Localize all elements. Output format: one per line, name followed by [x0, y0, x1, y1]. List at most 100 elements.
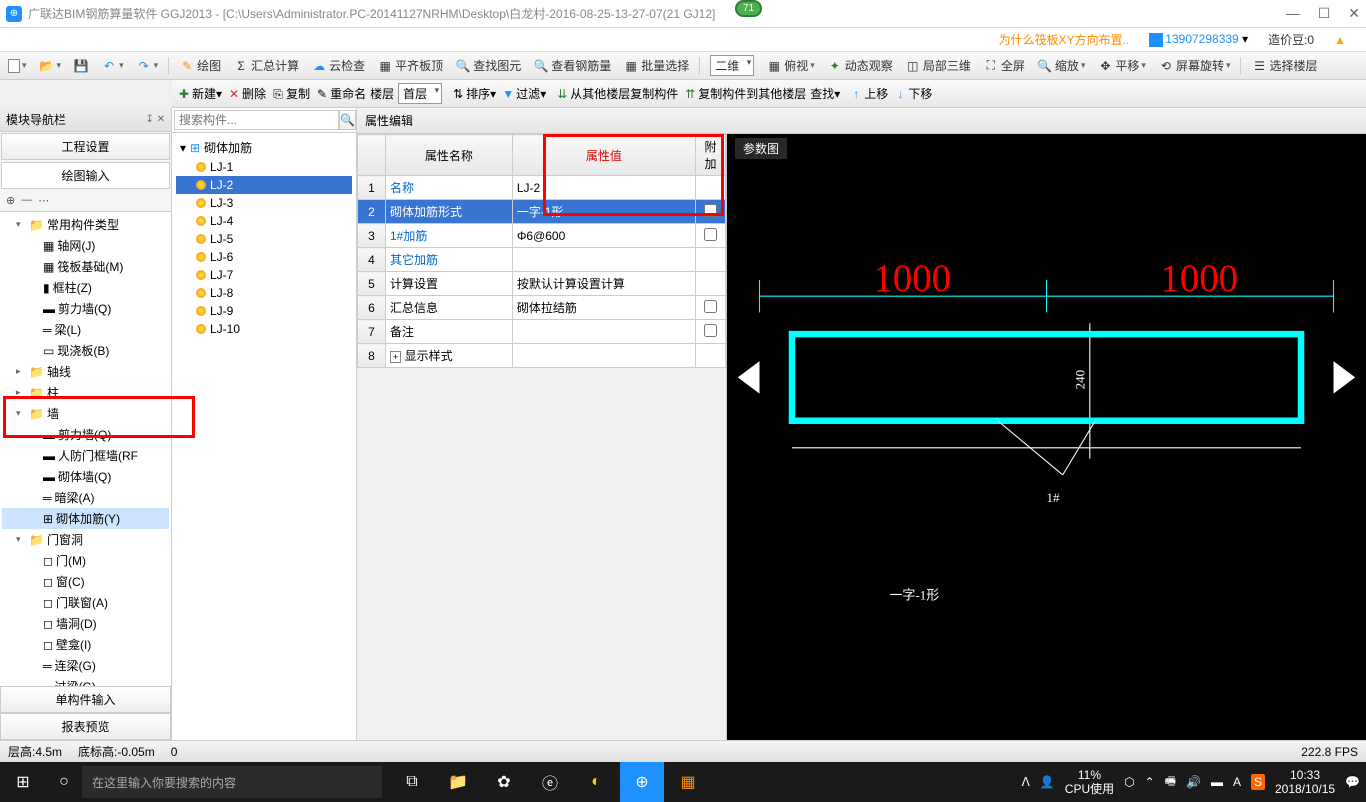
component-item[interactable]: LJ-2: [176, 176, 352, 194]
user-dropdown-icon[interactable]: ▾: [1242, 32, 1248, 46]
move-up-button[interactable]: ↑上移: [848, 85, 888, 102]
component-item[interactable]: LJ-1: [176, 158, 352, 176]
nav-item[interactable]: ◻窗(C): [2, 571, 169, 592]
component-tree[interactable]: ▾ ⊞ 砌体加筋LJ-1LJ-2LJ-3LJ-4LJ-5LJ-6LJ-7LJ-8…: [172, 133, 356, 740]
tray-volume-icon[interactable]: 🔊: [1186, 775, 1201, 789]
cortana-icon[interactable]: ○: [46, 773, 82, 791]
taskbar-search[interactable]: 在这里输入你要搜索的内容: [82, 766, 382, 798]
tray-up-icon[interactable]: ᐱ: [1022, 775, 1030, 789]
move-down-button[interactable]: ↓下移: [892, 85, 932, 102]
nav-item[interactable]: ▮框柱(Z): [2, 277, 169, 298]
tab-report-preview[interactable]: 报表预览: [0, 713, 171, 740]
nav-tree[interactable]: ▾📁常用构件类型▦轴网(J)▦筏板基础(M)▮框柱(Z)▬剪力墙(Q)═梁(L)…: [0, 212, 171, 686]
top-view-button[interactable]: ▦俯视▾: [762, 55, 819, 76]
component-item[interactable]: LJ-10: [176, 320, 352, 338]
nav-item[interactable]: ⊞砌体加筋(Y): [2, 508, 169, 529]
rotate-button[interactable]: ⟲屏幕旋转▾: [1154, 55, 1235, 76]
copy-button[interactable]: ⎘复制: [270, 85, 310, 103]
delete-button[interactable]: ✕删除: [226, 85, 266, 102]
nav-item[interactable]: ═连梁(G): [2, 655, 169, 676]
tab-single-input[interactable]: 单构件输入: [0, 686, 171, 713]
component-item[interactable]: LJ-3: [176, 194, 352, 212]
taskbar-clock[interactable]: 10:332018/10/15: [1275, 768, 1335, 797]
nav-item[interactable]: ▾📁门窗洞: [2, 529, 169, 550]
tree-icon-2[interactable]: —: [21, 194, 32, 207]
nav-item[interactable]: ◻壁龛(I): [2, 634, 169, 655]
property-row[interactable]: 5计算设置按默认计算设置计算: [358, 272, 726, 296]
nav-item[interactable]: ▸📁柱: [2, 382, 169, 403]
2d-mode-select[interactable]: 二维: [706, 53, 758, 78]
save-button[interactable]: 💾: [69, 56, 93, 76]
nav-item[interactable]: ▬砌体墙(Q): [2, 466, 169, 487]
new-file-button[interactable]: ▾: [4, 57, 31, 75]
parameter-viewer[interactable]: 参数图 1000 1000 240 1#: [727, 134, 1366, 740]
component-item[interactable]: LJ-9: [176, 302, 352, 320]
start-button[interactable]: ⊞: [0, 762, 46, 802]
fullscreen-button[interactable]: ⛶全屏: [979, 55, 1029, 76]
property-row[interactable]: 6汇总信息砌体拉结筋: [358, 296, 726, 320]
taskbar-app-4[interactable]: ◐: [574, 762, 618, 802]
tab-draw-input[interactable]: 绘图输入: [1, 162, 170, 189]
nav-item[interactable]: ═暗梁(A): [2, 487, 169, 508]
tree-icon-3[interactable]: ⋯: [38, 194, 49, 207]
notification-icon[interactable]: 💬: [1345, 775, 1360, 789]
taskbar-app-6[interactable]: ▦: [666, 762, 710, 802]
nav-item[interactable]: ═过梁(G): [2, 676, 169, 686]
local-3d-button[interactable]: ◫局部三维: [901, 55, 975, 76]
nav-item[interactable]: ═梁(L): [2, 319, 169, 340]
maximize-button[interactable]: ☐: [1318, 5, 1331, 22]
filter-button[interactable]: ▼过滤▾: [500, 85, 546, 102]
component-item[interactable]: LJ-5: [176, 230, 352, 248]
tab-project-settings[interactable]: 工程设置: [1, 133, 170, 160]
undo-button[interactable]: ↶▾: [97, 56, 128, 76]
property-row[interactable]: 1名称LJ-2: [358, 176, 726, 200]
nav-item[interactable]: ▬人防门框墙(RF: [2, 445, 169, 466]
zoom-button[interactable]: 🔍缩放▾: [1033, 55, 1090, 76]
property-row[interactable]: 7备注: [358, 320, 726, 344]
rename-button[interactable]: ✎重命名: [314, 85, 366, 102]
find-element-button[interactable]: 🔍查找图元: [451, 55, 525, 76]
sum-button[interactable]: Σ汇总计算: [229, 55, 303, 76]
new-component-button[interactable]: ✚新建▾: [176, 85, 222, 102]
copy-from-floor-button[interactable]: ⇊从其他楼层复制构件: [554, 85, 678, 102]
nav-item[interactable]: ▬剪力墙(Q): [2, 298, 169, 319]
open-file-button[interactable]: 📂▾: [35, 56, 66, 76]
nav-item[interactable]: ▸📁轴线: [2, 361, 169, 382]
component-item[interactable]: LJ-4: [176, 212, 352, 230]
notice-link[interactable]: 为什么筏板XY方向布置..: [999, 31, 1130, 48]
minimize-button[interactable]: —: [1286, 5, 1300, 22]
nav-item[interactable]: ◻门联窗(A): [2, 592, 169, 613]
sort-button[interactable]: ⇅排序▾: [450, 85, 496, 102]
pin-close-icons[interactable]: ↧ ✕: [145, 114, 165, 125]
dynamic-view-button[interactable]: ✦动态观察: [823, 55, 897, 76]
attach-checkbox[interactable]: [704, 324, 717, 337]
attach-checkbox[interactable]: [704, 300, 717, 313]
pan-button[interactable]: ✥平移▾: [1093, 55, 1150, 76]
tray-people-icon[interactable]: 👤: [1040, 775, 1055, 789]
floor-align-button[interactable]: ▦平齐板顶: [373, 55, 447, 76]
property-row[interactable]: 31#加筋Φ6@600: [358, 224, 726, 248]
component-item[interactable]: LJ-8: [176, 284, 352, 302]
tray-icon-1[interactable]: ⬡: [1124, 775, 1134, 789]
nav-item[interactable]: ▦筏板基础(M): [2, 256, 169, 277]
taskbar-app-1[interactable]: 📁: [436, 762, 480, 802]
redo-button[interactable]: ↷▾: [132, 56, 163, 76]
tree-icon-1[interactable]: ⊕: [6, 194, 15, 207]
tray-ime-icon[interactable]: A: [1233, 775, 1241, 789]
nav-item[interactable]: ◻门(M): [2, 550, 169, 571]
property-row[interactable]: 4其它加筋: [358, 248, 726, 272]
bell-icon[interactable]: ▲: [1334, 33, 1346, 47]
nav-item[interactable]: ▦轴网(J): [2, 235, 169, 256]
task-view-icon[interactable]: ⧉: [390, 762, 434, 802]
search-input[interactable]: [174, 110, 339, 130]
attach-checkbox[interactable]: [704, 228, 717, 241]
tray-battery-icon[interactable]: ▬: [1211, 775, 1223, 789]
component-item[interactable]: LJ-7: [176, 266, 352, 284]
property-table[interactable]: 属性名称 属性值 附加 1名称LJ-22砌体加筋形式一字-1形31#加筋Φ6@6…: [357, 134, 726, 368]
nav-item[interactable]: ◻墙洞(D): [2, 613, 169, 634]
cloud-check-button[interactable]: ☁云检查: [307, 55, 369, 76]
batch-select-button[interactable]: ▦批量选择: [619, 55, 693, 76]
property-row[interactable]: 8+ 显示样式: [358, 344, 726, 368]
taskbar-app-5[interactable]: ⊕: [620, 762, 664, 802]
cpu-meter[interactable]: 11%CPU使用: [1065, 768, 1114, 797]
